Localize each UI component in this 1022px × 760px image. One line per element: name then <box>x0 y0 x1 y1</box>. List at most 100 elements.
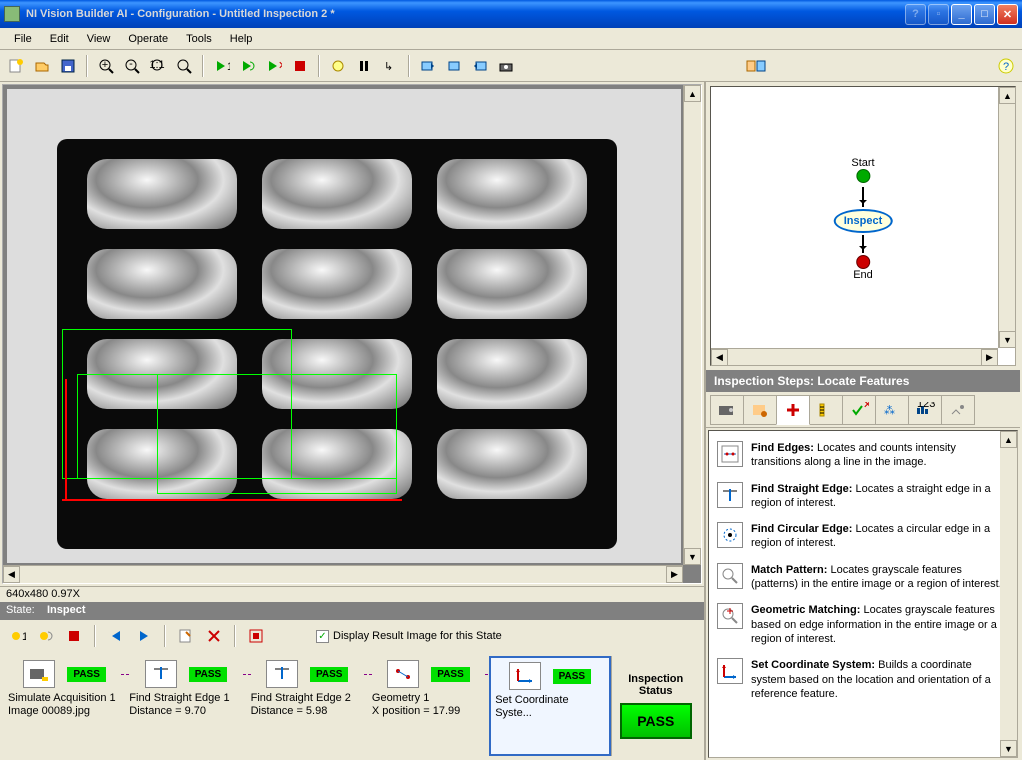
open-button[interactable] <box>30 54 54 78</box>
seq-run-once-button[interactable]: 1 <box>6 624 30 648</box>
tab-locate[interactable] <box>776 395 810 425</box>
scroll-right-icon[interactable]: ▶ <box>981 349 998 366</box>
tab-identify[interactable]: ⁂ <box>875 395 909 425</box>
step-find-edges[interactable]: Find Edges: Locates and counts intensity… <box>713 435 1013 476</box>
seq-prev-button[interactable] <box>104 624 128 648</box>
tab-acquire[interactable] <box>710 395 744 425</box>
seq-run-loop-button[interactable] <box>34 624 58 648</box>
tab-enhance[interactable] <box>743 395 777 425</box>
scroll-left-icon[interactable]: ◀ <box>711 349 728 366</box>
toggle-view-button[interactable] <box>744 54 768 78</box>
pass-badge: PASS <box>189 667 228 682</box>
image-select-button[interactable] <box>442 54 466 78</box>
save-button[interactable] <box>56 54 80 78</box>
help-window-button[interactable]: ? <box>905 4 926 25</box>
roi-line-red <box>62 499 402 501</box>
step-geometric-matching[interactable]: Geometric Matching: Locates grayscale fe… <box>713 597 1013 652</box>
scroll-left-icon[interactable]: ◀ <box>3 566 20 583</box>
step-name: Geometry 1 <box>372 692 485 705</box>
image-viewport[interactable]: ▲ ▼ ◀ ▶ <box>2 84 702 584</box>
step-find-circular-edge[interactable]: Find Circular Edge: Locates a circular e… <box>713 516 1013 557</box>
tab-io[interactable]: 123 <box>908 395 942 425</box>
image-next-button[interactable] <box>468 54 492 78</box>
svg-text:✕: ✕ <box>863 402 869 411</box>
scroll-up-icon[interactable]: ▲ <box>999 87 1016 104</box>
step-simulate-acquisition[interactable]: PASS Simulate Acquisition 1 Image 00089.… <box>4 656 125 756</box>
step-name: Set Coordinate Syste... <box>495 694 604 720</box>
tab-additional[interactable] <box>941 395 975 425</box>
run-once-button[interactable]: 1 <box>210 54 234 78</box>
display-result-checkbox[interactable]: ✓ Display Result Image for this State <box>316 630 502 643</box>
start-node-icon[interactable] <box>856 169 870 183</box>
pause-button[interactable] <box>352 54 376 78</box>
zoom-in-button[interactable]: + <box>94 54 118 78</box>
stop-button[interactable] <box>288 54 312 78</box>
end-node-icon[interactable] <box>856 255 870 269</box>
run-loop-button[interactable] <box>236 54 260 78</box>
state-flowchart[interactable]: Start Inspect End ▲ ▼ ◀ ▶ <box>710 86 1016 366</box>
image-hscroll[interactable]: ◀ ▶ <box>3 565 683 583</box>
state-label: State: <box>6 604 35 616</box>
step-find-edge-1[interactable]: PASS Find Straight Edge 1 Distance = 9.7… <box>125 656 246 756</box>
step-match-pattern[interactable]: Match Pattern: Locates grayscale feature… <box>713 557 1013 598</box>
pass-badge: PASS <box>553 669 592 684</box>
svg-text:+: + <box>102 59 108 71</box>
display-result-label: Display Result Image for this State <box>333 630 502 642</box>
svg-text:↳: ↳ <box>384 61 393 73</box>
inspect-node[interactable]: Inspect <box>834 209 893 233</box>
step-geometry[interactable]: PASS Geometry 1 X position = 17.99 <box>368 656 489 756</box>
camera-button[interactable] <box>494 54 518 78</box>
step-detail: Image 00089.jpg <box>8 705 121 718</box>
menu-tools[interactable]: Tools <box>178 31 220 47</box>
sequence-toolbar: 1 ✓ Display Result Image for this State <box>0 620 704 652</box>
menu-file[interactable]: File <box>6 31 40 47</box>
zoom-out-button[interactable]: - <box>120 54 144 78</box>
scroll-up-icon[interactable]: ▲ <box>1000 431 1017 448</box>
maximize-button[interactable]: □ <box>974 4 995 25</box>
image-canvas <box>7 89 681 563</box>
zoom-1to1-button[interactable]: 1:1 <box>146 54 170 78</box>
step-list-scrollbar[interactable]: ▲ ▼ <box>1000 431 1017 757</box>
minimize-button[interactable]: _ <box>951 4 972 25</box>
scroll-right-icon[interactable]: ▶ <box>666 566 683 583</box>
seq-delete-button[interactable] <box>202 624 226 648</box>
step-name: Simulate Acquisition 1 <box>8 692 121 705</box>
svg-text:1: 1 <box>22 631 26 643</box>
flowchart-vscroll[interactable]: ▲ ▼ <box>998 87 1015 348</box>
seq-edit-button[interactable] <box>174 624 198 648</box>
step-coordinate-system[interactable]: PASS Set Coordinate Syste... <box>489 656 610 756</box>
seq-next-button[interactable] <box>132 624 156 648</box>
scroll-down-icon[interactable]: ▼ <box>1000 740 1017 757</box>
tab-presence[interactable]: ✕ <box>842 395 876 425</box>
menu-view[interactable]: View <box>79 31 119 47</box>
main-toolbar: + - 1:1 1 ✕ ↳ ? <box>0 50 1022 82</box>
menu-edit[interactable]: Edit <box>42 31 77 47</box>
step-list: Find Edges: Locates and counts intensity… <box>708 430 1018 758</box>
scroll-down-icon[interactable]: ▼ <box>999 331 1016 348</box>
svg-text:?: ? <box>1003 61 1009 73</box>
step-find-edge-2[interactable]: PASS Find Straight Edge 2 Distance = 5.9… <box>247 656 368 756</box>
step-detail: X position = 17.99 <box>372 705 485 718</box>
pass-badge: PASS <box>431 667 470 682</box>
flowchart-hscroll[interactable]: ◀ ▶ <box>711 348 998 365</box>
menu-operate[interactable]: Operate <box>120 31 176 47</box>
step-set-coord-system[interactable]: Set Coordinate System: Builds a coordina… <box>713 652 1013 707</box>
image-prev-button[interactable] <box>416 54 440 78</box>
scroll-up-icon[interactable]: ▲ <box>684 85 701 102</box>
help-button[interactable]: ? <box>994 54 1018 78</box>
tab-measure[interactable] <box>809 395 843 425</box>
scroll-down-icon[interactable]: ▼ <box>684 548 701 565</box>
menu-help[interactable]: Help <box>222 31 261 47</box>
new-button[interactable] <box>4 54 28 78</box>
restore-down-button[interactable]: ▫ <box>928 4 949 25</box>
run-fail-button[interactable]: ✕ <box>262 54 286 78</box>
step-button[interactable]: ↳ <box>378 54 402 78</box>
zoom-fit-button[interactable] <box>172 54 196 78</box>
highlight-button[interactable] <box>326 54 350 78</box>
geometry-icon <box>387 660 419 688</box>
close-button[interactable]: ✕ <box>997 4 1018 25</box>
image-vscroll[interactable]: ▲ ▼ <box>683 85 701 565</box>
seq-stop-button[interactable] <box>62 624 86 648</box>
step-find-straight-edge[interactable]: Find Straight Edge: Locates a straight e… <box>713 476 1013 517</box>
seq-roi-button[interactable] <box>244 624 268 648</box>
